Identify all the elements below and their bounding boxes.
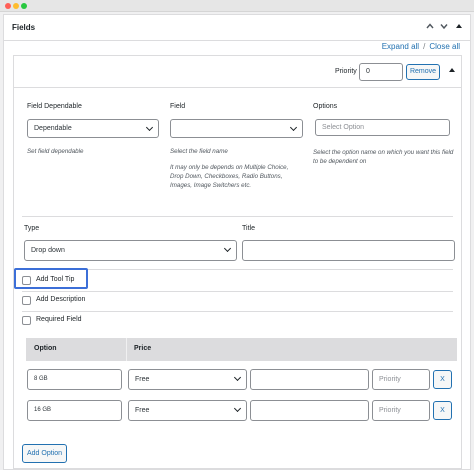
required-checkbox[interactable]	[22, 316, 31, 325]
fields-panel: Fields Expand all / Close all Priority 0 R…	[3, 14, 471, 470]
field-note: It may only be depends on Multiple Choic…	[170, 164, 289, 189]
tooltip-highlight	[14, 268, 88, 289]
type-label: Type	[24, 225, 40, 232]
row-priority-input[interactable]: Priority	[372, 369, 430, 390]
field-block: Priority 0 Remove Field Dependable Depen…	[13, 55, 462, 469]
option-column-header: Option	[34, 345, 57, 352]
close-window-icon[interactable]	[5, 3, 11, 9]
options-table-header: Option Price	[26, 338, 457, 361]
field-help: Select the field name	[170, 148, 228, 155]
expand-close-links: Expand all / Close all	[382, 42, 460, 51]
title-input[interactable]	[242, 240, 455, 261]
field-label: Field	[170, 103, 186, 110]
move-up-icon[interactable]	[424, 21, 436, 33]
panel-toggle-icon[interactable]	[453, 21, 465, 33]
option-name-input[interactable]: 8 GB	[27, 369, 122, 390]
field-dependable-label: Field Dependable	[27, 103, 82, 110]
maximize-window-icon[interactable]	[21, 3, 27, 9]
field-dependable-select[interactable]: Dependable	[27, 119, 159, 138]
options-help: Select the option name on which you want…	[313, 149, 454, 165]
priority-label: Priority	[335, 68, 357, 75]
required-label: Required Field	[36, 316, 82, 323]
close-all-link[interactable]: Close all	[429, 42, 460, 51]
section-divider	[22, 291, 453, 292]
type-select[interactable]: Drop down	[24, 240, 237, 261]
remove-row-button[interactable]: X	[433, 401, 452, 420]
section-divider	[22, 216, 453, 217]
field-select[interactable]	[170, 119, 303, 138]
options-input[interactable]: Select Option	[315, 119, 450, 136]
description-label: Add Description	[36, 296, 86, 303]
option-name-input[interactable]: 16 GB	[27, 400, 122, 421]
panel-title: Fields	[12, 23, 36, 32]
remove-row-button[interactable]: X	[433, 370, 452, 389]
price-type-select[interactable]: Free	[128, 369, 247, 390]
price-column-header: Price	[134, 345, 152, 352]
price-input[interactable]	[250, 400, 369, 421]
description-checkbox[interactable]	[22, 296, 31, 305]
column-separator	[126, 338, 127, 361]
options-label: Options	[313, 103, 338, 110]
price-type-select[interactable]: Free	[128, 400, 247, 421]
title-label: Title	[242, 225, 255, 232]
move-down-icon[interactable]	[438, 21, 450, 33]
collapse-icon[interactable]	[448, 66, 456, 76]
link-separator: /	[423, 42, 426, 51]
priority-input[interactable]: 0	[359, 63, 403, 81]
field-block-header: Priority 0 Remove	[14, 56, 461, 88]
field-dependable-help: Set field dependable	[27, 148, 84, 155]
add-option-button[interactable]: Add Option	[22, 444, 67, 463]
minimize-window-icon[interactable]	[13, 3, 19, 9]
row-priority-input[interactable]: Priority	[372, 400, 430, 421]
section-divider	[22, 311, 453, 312]
remove-button[interactable]: Remove	[406, 64, 440, 80]
panel-header: Fields	[4, 15, 470, 41]
window-titlebar	[0, 0, 474, 12]
price-input[interactable]	[250, 369, 369, 390]
expand-all-link[interactable]: Expand all	[382, 42, 419, 51]
